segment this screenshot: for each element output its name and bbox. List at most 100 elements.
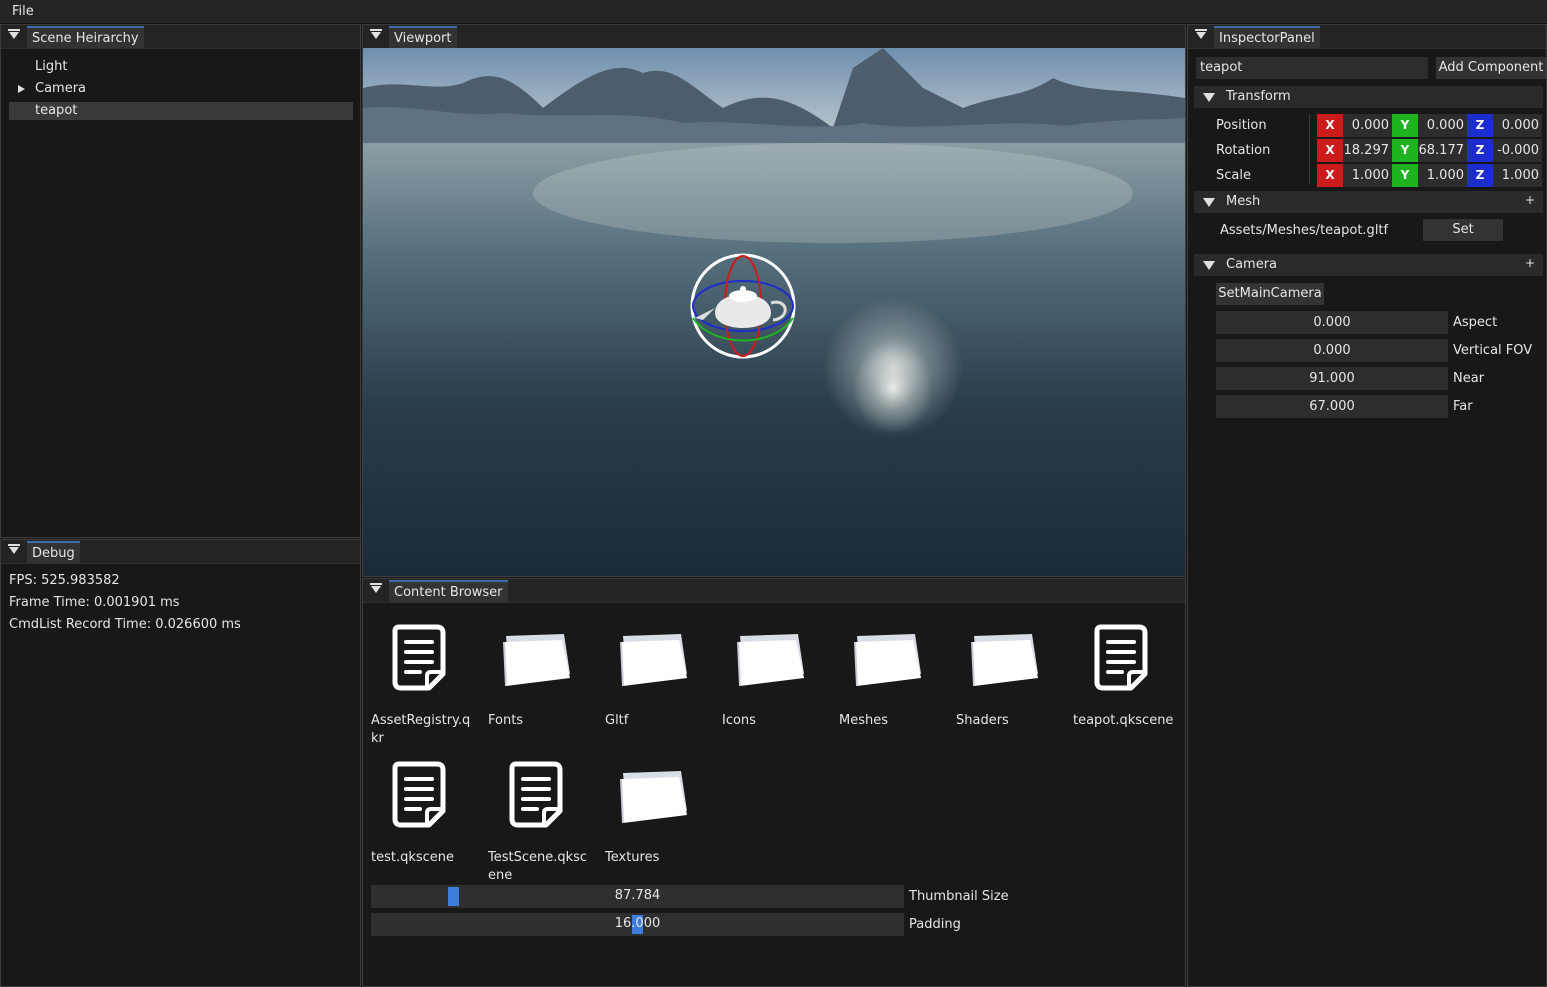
camera-aspect-field[interactable]: 0.000	[1216, 311, 1448, 334]
content-item-label: Meshes	[839, 713, 888, 728]
tree-item-label: Camera	[35, 81, 87, 96]
camera-title: Camera	[1226, 257, 1278, 272]
value-y-field[interactable]: 1.000	[1418, 164, 1467, 187]
axis-x-label: X	[1317, 139, 1343, 162]
content-item-label: TestScene.qkscene	[488, 850, 588, 883]
transform-row-label: Scale	[1216, 168, 1251, 183]
folder-icon	[617, 628, 727, 708]
slider-value: 87.784	[614, 888, 661, 903]
transform-row-position: Position X 0.000 Y 0.000 Z 0.000	[1216, 114, 1546, 137]
content-item[interactable]: TestScene.qkscene	[488, 759, 598, 883]
content-item[interactable]: Shaders	[956, 622, 1066, 742]
content-item[interactable]: test.qkscene	[371, 759, 481, 879]
content-item[interactable]: Textures	[605, 759, 715, 879]
fps-text: FPS: 525.983582	[9, 573, 120, 588]
entity-name-input[interactable]: teapot	[1196, 57, 1428, 79]
collapse-arrow-icon	[1203, 93, 1215, 102]
debug-titlebar: Debug	[1, 540, 360, 564]
content-item-label: Fonts	[488, 713, 524, 728]
viewport-scene[interactable]	[363, 48, 1185, 576]
mesh-header[interactable]: Mesh +	[1194, 191, 1543, 213]
collapse-icon[interactable]	[1195, 29, 1207, 39]
folder-icon	[734, 628, 844, 708]
value-z-field[interactable]: 1.000	[1493, 164, 1542, 187]
content-item[interactable]: teapot.qkscene	[1073, 622, 1183, 742]
content-item-label: Icons	[722, 713, 756, 728]
folder-icon	[617, 765, 727, 845]
tab-content-browser[interactable]: Content Browser	[389, 580, 508, 602]
content-browser-panel: Content Browser AssetRegistry.qkr Fonts Gl…	[362, 578, 1186, 987]
content-item-label: Shaders	[956, 713, 1009, 728]
camera-header[interactable]: Camera +	[1194, 254, 1543, 276]
value-x-field[interactable]: 18.297	[1343, 139, 1392, 162]
tree-item-teapot[interactable]: teapot	[9, 102, 353, 120]
axis-y-label: Y	[1392, 139, 1418, 162]
axis-z-label: Z	[1467, 114, 1493, 137]
scene-hierarchy-panel: Scene Heirarchy Light Camera teapot	[0, 24, 361, 538]
content-item[interactable]: AssetRegistry.qkr	[371, 622, 481, 746]
camera-field-label: Far	[1453, 399, 1473, 414]
camera-field-label: Vertical FOV	[1453, 343, 1533, 358]
camera-vertical-fov-field[interactable]: 0.000	[1216, 339, 1448, 362]
value-x-field[interactable]: 1.000	[1343, 164, 1392, 187]
camera-field-label: Near	[1453, 371, 1485, 386]
content-item[interactable]: Icons	[722, 622, 832, 742]
content-item[interactable]: Meshes	[839, 622, 949, 742]
camera-far-field[interactable]: 67.000	[1216, 395, 1448, 418]
value-y-field[interactable]: 0.000	[1418, 114, 1467, 137]
plus-icon[interactable]: +	[1525, 193, 1535, 207]
content-browser-titlebar: Content Browser	[363, 579, 1185, 603]
tree-item-camera[interactable]: Camera	[9, 80, 353, 98]
mesh-title: Mesh	[1226, 194, 1261, 209]
value-y-field[interactable]: 68.177	[1418, 139, 1467, 162]
mesh-set-button[interactable]: Set	[1423, 219, 1503, 241]
tab-debug[interactable]: Debug	[27, 541, 80, 563]
camera-near-field[interactable]: 91.000	[1216, 367, 1448, 390]
folder-icon	[968, 628, 1078, 708]
padding-slider[interactable]: 16.000	[371, 913, 904, 936]
scene-hierarchy-titlebar: Scene Heirarchy	[1, 25, 360, 49]
axis-z-label: Z	[1467, 139, 1493, 162]
file-icon	[1091, 622, 1185, 702]
transform-header[interactable]: Transform	[1194, 86, 1543, 108]
content-item[interactable]: Fonts	[488, 622, 598, 742]
camera-field-label: Aspect	[1453, 315, 1498, 330]
value-x-field[interactable]: 0.000	[1343, 114, 1392, 137]
collapse-icon[interactable]	[8, 29, 20, 39]
add-component-button[interactable]: Add Component	[1436, 57, 1546, 79]
thumbnail-size-slider[interactable]: 87.784	[371, 885, 904, 908]
transform-row-rotation: Rotation X 18.297 Y 68.177 Z -0.000	[1216, 139, 1546, 162]
inspector-panel: InspectorPanel teapot Add Component Tran…	[1187, 24, 1547, 987]
value-z-field[interactable]: -0.000	[1493, 139, 1542, 162]
transform-row-label: Position	[1216, 118, 1267, 133]
collapse-icon[interactable]	[370, 583, 382, 593]
value-z-field[interactable]: 0.000	[1493, 114, 1542, 137]
content-item-label: AssetRegistry.qkr	[371, 713, 471, 746]
transform-title: Transform	[1226, 89, 1291, 104]
inspector-titlebar: InspectorPanel	[1188, 25, 1546, 49]
plus-icon[interactable]: +	[1525, 256, 1535, 270]
axis-y-label: Y	[1392, 114, 1418, 137]
tree-item-light[interactable]: Light	[9, 58, 353, 76]
tab-inspector[interactable]: InspectorPanel	[1214, 26, 1320, 48]
menu-file[interactable]: File	[12, 4, 34, 19]
viewport-titlebar: Viewport	[363, 25, 1185, 49]
set-main-camera-button[interactable]: SetMainCamera	[1216, 283, 1324, 305]
axis-x-label: X	[1317, 164, 1343, 187]
file-icon	[389, 622, 499, 702]
file-icon	[506, 759, 616, 839]
axis-z-label: Z	[1467, 164, 1493, 187]
collapse-icon[interactable]	[8, 544, 20, 554]
content-item[interactable]: Gltf	[605, 622, 715, 742]
collapse-arrow-icon	[1203, 198, 1215, 207]
tab-viewport[interactable]: Viewport	[389, 26, 457, 48]
file-icon	[389, 759, 499, 839]
folder-icon	[851, 628, 961, 708]
expand-arrow-icon[interactable]	[18, 85, 25, 93]
thumbnail-size-label: Thumbnail Size	[909, 889, 1009, 904]
transform-row-scale: Scale X 1.000 Y 1.000 Z 1.000	[1216, 164, 1546, 187]
tab-scene-hierarchy[interactable]: Scene Heirarchy	[27, 26, 144, 48]
collapse-arrow-icon	[1203, 261, 1215, 270]
collapse-icon[interactable]	[370, 29, 382, 39]
padding-label: Padding	[909, 917, 961, 932]
